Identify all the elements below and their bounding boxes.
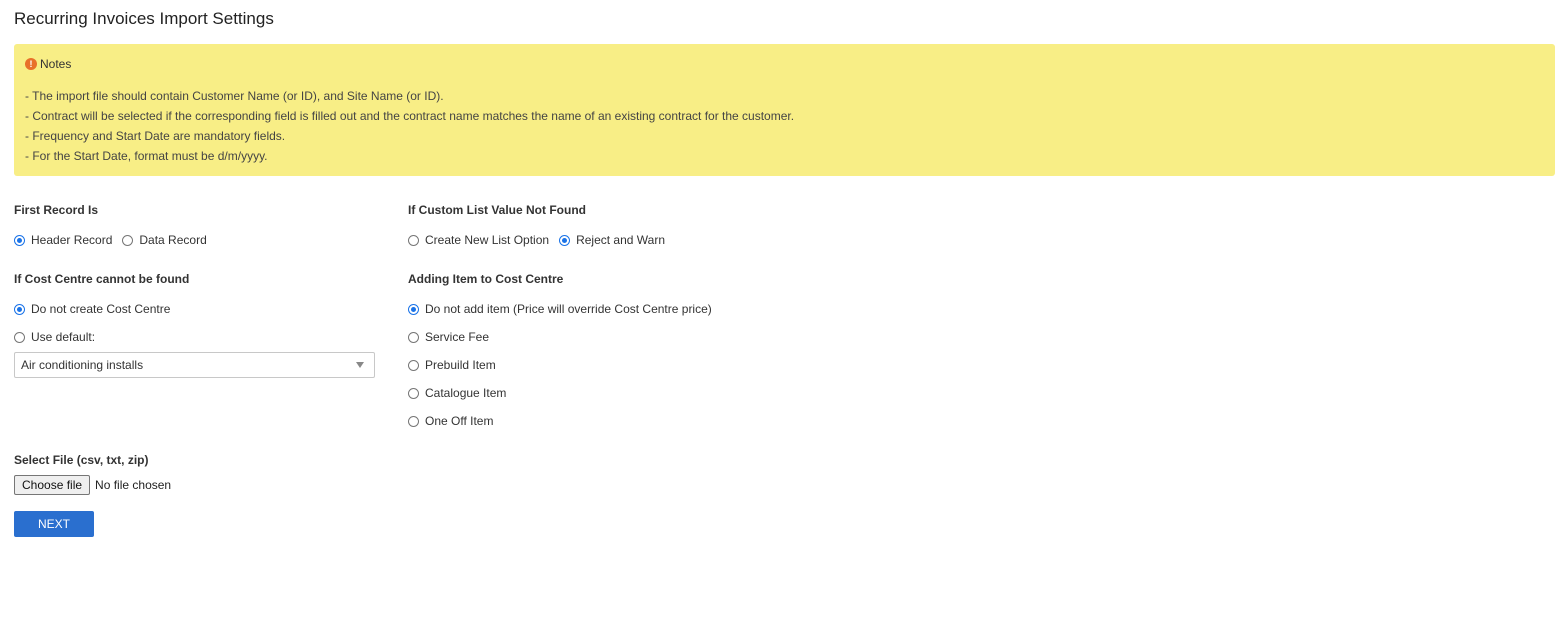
radio-label: Data Record [139,233,207,247]
page-title: Recurring Invoices Import Settings [14,9,274,28]
note-line: - For the Start Date, format must be d/m… [25,149,268,163]
radio-catalogue-item[interactable]: Catalogue Item [408,386,506,400]
notes-title: Notes [40,57,72,71]
radio-header-record[interactable]: Header Record [14,233,112,247]
radio-do-not-add-item[interactable]: Do not add item (Price will override Cos… [408,302,712,316]
first-record-label: First Record Is [14,203,99,217]
cost-centre-option-do-not-create: Do not create Cost Centre [14,302,180,316]
radio-service-fee[interactable]: Service Fee [408,330,489,344]
radio-button[interactable] [408,303,419,315]
radio-button[interactable] [14,234,25,246]
radio-button[interactable] [14,331,25,343]
radio-label: Use default: [31,330,96,344]
radio-label: Do not create Cost Centre [31,302,171,316]
custom-list-label: If Custom List Value Not Found [408,203,586,217]
radio-button[interactable] [14,303,25,315]
radio-label: Header Record [31,233,113,247]
default-cost-centre-select[interactable]: Air conditioning installs [14,352,375,378]
adding-item-option: Prebuild Item [408,358,506,372]
radio-label: Prebuild Item [425,358,496,372]
note-line: - Frequency and Start Date are mandatory… [25,129,286,143]
note-line: - Contract will be selected if the corre… [25,109,795,123]
radio-prebuild-item[interactable]: Prebuild Item [408,358,496,372]
next-button[interactable]: NEXT [14,511,94,537]
radio-create-new-list-option[interactable]: Create New List Option [408,233,549,247]
notes-panel: ! Notes - The import file should contain… [14,44,1555,176]
first-record-options: Header Record Data Record [14,233,217,247]
select-file-label: Select File (csv, txt, zip) [14,453,149,467]
radio-data-record[interactable]: Data Record [122,233,207,247]
radio-label: Catalogue Item [425,386,507,400]
radio-label: Reject and Warn [576,233,665,247]
custom-list-options: Create New List Option Reject and Warn [408,233,675,247]
cost-centre-option-use-default: Use default: [14,330,105,344]
warning-icon: ! [25,58,37,70]
choose-file-button[interactable]: Choose file [14,475,91,495]
radio-button[interactable] [408,234,419,246]
radio-button[interactable] [408,359,419,371]
file-status: No file chosen [95,478,172,492]
adding-item-option: Catalogue Item [408,386,516,400]
adding-item-option: One Off Item [408,414,503,428]
radio-button[interactable] [408,415,419,427]
adding-item-option: Do not add item (Price will override Cos… [408,302,722,316]
radio-label: Do not add item (Price will override Cos… [425,302,712,316]
file-input: Choose file No file chosen [14,475,171,495]
radio-reject-and-warn[interactable]: Reject and Warn [559,233,665,247]
radio-label: Service Fee [425,330,490,344]
note-line: - The import file should contain Custome… [25,89,444,103]
notes-header: ! Notes [25,57,1544,71]
cost-centre-label: If Cost Centre cannot be found [14,272,190,286]
adding-item-label: Adding Item to Cost Centre [408,272,564,286]
radio-button[interactable] [122,234,134,246]
radio-button[interactable] [559,234,571,246]
radio-one-off-item[interactable]: One Off Item [408,414,493,428]
radio-use-default[interactable]: Use default: [14,330,95,344]
radio-label: Create New List Option [425,233,550,247]
radio-label: One Off Item [425,414,494,428]
adding-item-option: Service Fee [408,330,499,344]
select-value: Air conditioning installs [21,358,144,372]
radio-do-not-create-cost-centre[interactable]: Do not create Cost Centre [14,302,170,316]
dropdown-arrow-icon [356,362,364,368]
radio-button[interactable] [408,387,419,399]
radio-button[interactable] [408,331,419,343]
